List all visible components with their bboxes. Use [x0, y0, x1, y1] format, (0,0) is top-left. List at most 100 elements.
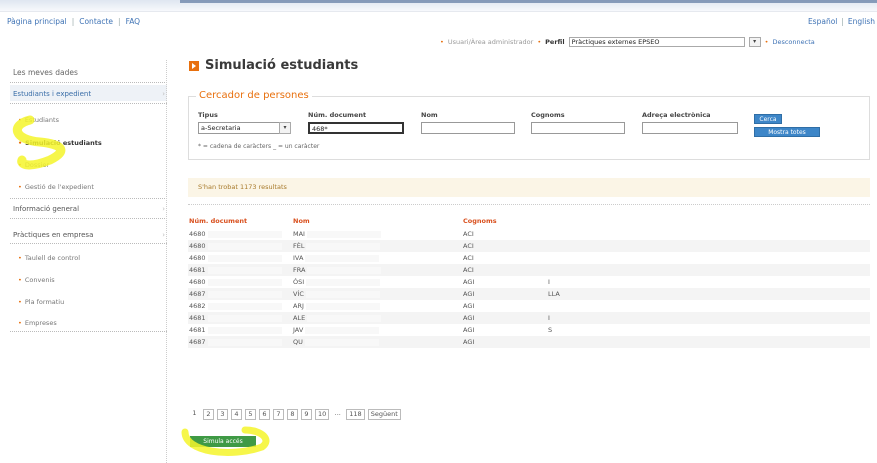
cell-text: AGI: [463, 338, 475, 346]
chevron-right-icon: ›: [162, 205, 165, 213]
cognoms-label: Cognoms: [531, 111, 565, 119]
page-link[interactable]: 5: [245, 409, 256, 420]
redacted-block: [207, 278, 282, 286]
table-cell: ALE: [292, 312, 462, 324]
column-header[interactable]: Núm. document: [188, 214, 292, 228]
redacted-block: [207, 338, 282, 346]
sidebar-item-dossier[interactable]: • Dossier: [18, 161, 49, 169]
lang-es-link[interactable]: Español: [808, 17, 837, 26]
chevron-down-icon[interactable]: ▾: [748, 37, 761, 47]
nom-label: Nom: [421, 111, 438, 119]
simulate-access-button[interactable]: Simula accés: [190, 436, 256, 447]
page-link[interactable]: 3: [217, 409, 228, 420]
document-input[interactable]: 468*: [308, 122, 404, 134]
lang-en-link[interactable]: English: [848, 17, 875, 26]
sidebar-section-estudiants[interactable]: Estudiants i expedient: [13, 90, 91, 98]
sidebar-item-simulacio[interactable]: • Simulació estudiants: [18, 139, 102, 147]
bullet-icon: •: [18, 254, 22, 262]
table-cell: ACI: [462, 264, 547, 276]
divider: [188, 204, 870, 205]
table-row[interactable]: 4680 MAI ACI: [188, 228, 870, 240]
table-cell: 4682: [188, 300, 292, 312]
table-cell: 4687: [188, 288, 292, 300]
email-label: Adreça electrònica: [642, 111, 711, 119]
sidebar-title[interactable]: Les meves dades: [13, 68, 78, 77]
next-page-button[interactable]: Següent: [367, 409, 401, 420]
column-header[interactable]: Nom: [292, 214, 462, 228]
logout-link[interactable]: Desconnecta: [772, 38, 814, 46]
cell-text: AGI: [463, 314, 475, 322]
sidebar-item-label: Empreses: [24, 319, 57, 327]
cell-text: 4682: [189, 302, 206, 310]
cell-text: IVA: [293, 254, 304, 262]
search-legend: Cercador de persones: [196, 90, 312, 101]
bullet-icon: •: [537, 38, 542, 46]
faq-link[interactable]: FAQ: [126, 17, 141, 26]
language-links: Español | English: [808, 17, 875, 26]
table-cell: 4680: [188, 228, 292, 240]
table-row[interactable]: 4680 FÈL ACI: [188, 240, 870, 252]
sidebar-item-empreses[interactable]: • Empreses: [18, 319, 57, 327]
table-row[interactable]: 4687 VÍC AGI LLA: [188, 288, 870, 300]
home-link[interactable]: Pàgina principal: [7, 17, 67, 26]
page-link[interactable]: 8: [287, 409, 298, 420]
table-row[interactable]: 4682 ARJ AGI: [188, 300, 870, 312]
cell-text: 4687: [189, 338, 206, 346]
cell-text: ALE: [293, 314, 306, 322]
cell-text: AGI: [463, 278, 475, 286]
sidebar-item-label: Taulell de control: [24, 254, 81, 262]
redacted-block: [305, 326, 380, 334]
profile-select[interactable]: Pràctiques externes EPSEO: [568, 37, 745, 47]
separator: |: [71, 17, 75, 26]
page-link[interactable]: 9: [301, 409, 312, 420]
divider: [10, 198, 167, 199]
table-row[interactable]: 4680 ÓSI AGI I: [188, 276, 870, 288]
table-row[interactable]: 4680 IVA ACI: [188, 252, 870, 264]
page-link: ...: [332, 409, 344, 420]
show-all-button[interactable]: Mostra totes: [754, 127, 820, 137]
table-cell: FÈL: [292, 240, 462, 252]
results-table: Núm. document Nom Cognoms 4680 MAI ACI 4680…: [188, 214, 870, 348]
page-link[interactable]: 2: [203, 409, 214, 420]
cell-text: 4680: [189, 242, 206, 250]
arrow-right-icon: [189, 60, 199, 71]
column-header[interactable]: Cognoms: [462, 214, 547, 228]
table-cell: ÓSI: [292, 276, 462, 288]
page-link[interactable]: 6: [259, 409, 270, 420]
email-input[interactable]: [642, 122, 738, 134]
table-row[interactable]: 4681 ALE AGI I: [188, 312, 870, 324]
sidebar-item-convenis[interactable]: • Convenis: [18, 276, 55, 284]
cell-text: 4680: [189, 278, 206, 286]
divider: [10, 218, 167, 219]
redacted-block: [207, 266, 282, 274]
contact-link[interactable]: Contacte: [79, 17, 113, 26]
person-search-form: Cercador de persones Tipus Núm. document…: [188, 90, 870, 160]
bullet-icon: •: [18, 161, 22, 169]
sidebar-item-gestio[interactable]: • Gestió de l'expedient: [18, 183, 94, 191]
sidebar-item-taulell[interactable]: • Taulell de control: [18, 254, 80, 262]
table-row[interactable]: 4687 QU AGI: [188, 336, 870, 348]
table-cell: 4680: [188, 276, 292, 288]
sidebar-item-estudiants[interactable]: • Estudiants: [18, 116, 59, 124]
cell-text: 4680: [189, 230, 206, 238]
nom-input[interactable]: [421, 122, 515, 134]
cell-text: ACI: [463, 230, 474, 238]
table-row[interactable]: 4681 JAV AGI S: [188, 324, 870, 336]
cognoms-input[interactable]: [531, 122, 625, 134]
cell-text: MAI: [293, 230, 305, 238]
search-button[interactable]: Cerca: [754, 114, 782, 124]
table-cell: IVA: [292, 252, 462, 264]
cell-text: 4687: [189, 290, 206, 298]
page-link[interactable]: 4: [231, 409, 242, 420]
sidebar-section-practiques[interactable]: Pràctiques en empresa: [13, 231, 93, 239]
page-link[interactable]: 7: [273, 409, 284, 420]
table-row[interactable]: 4681 FRA ACI: [188, 264, 870, 276]
chevron-down-icon[interactable]: ▾: [279, 122, 291, 134]
table-cell: [547, 336, 870, 348]
page-link[interactable]: 10: [315, 409, 330, 420]
sidebar-item-pla[interactable]: • Pla formatiu: [18, 298, 64, 306]
sidebar-section-informacio[interactable]: Informació general: [13, 205, 79, 213]
redacted-block: [305, 302, 380, 310]
page-link[interactable]: 118: [346, 409, 365, 420]
tipus-select[interactable]: a-Secretaria: [198, 122, 281, 134]
